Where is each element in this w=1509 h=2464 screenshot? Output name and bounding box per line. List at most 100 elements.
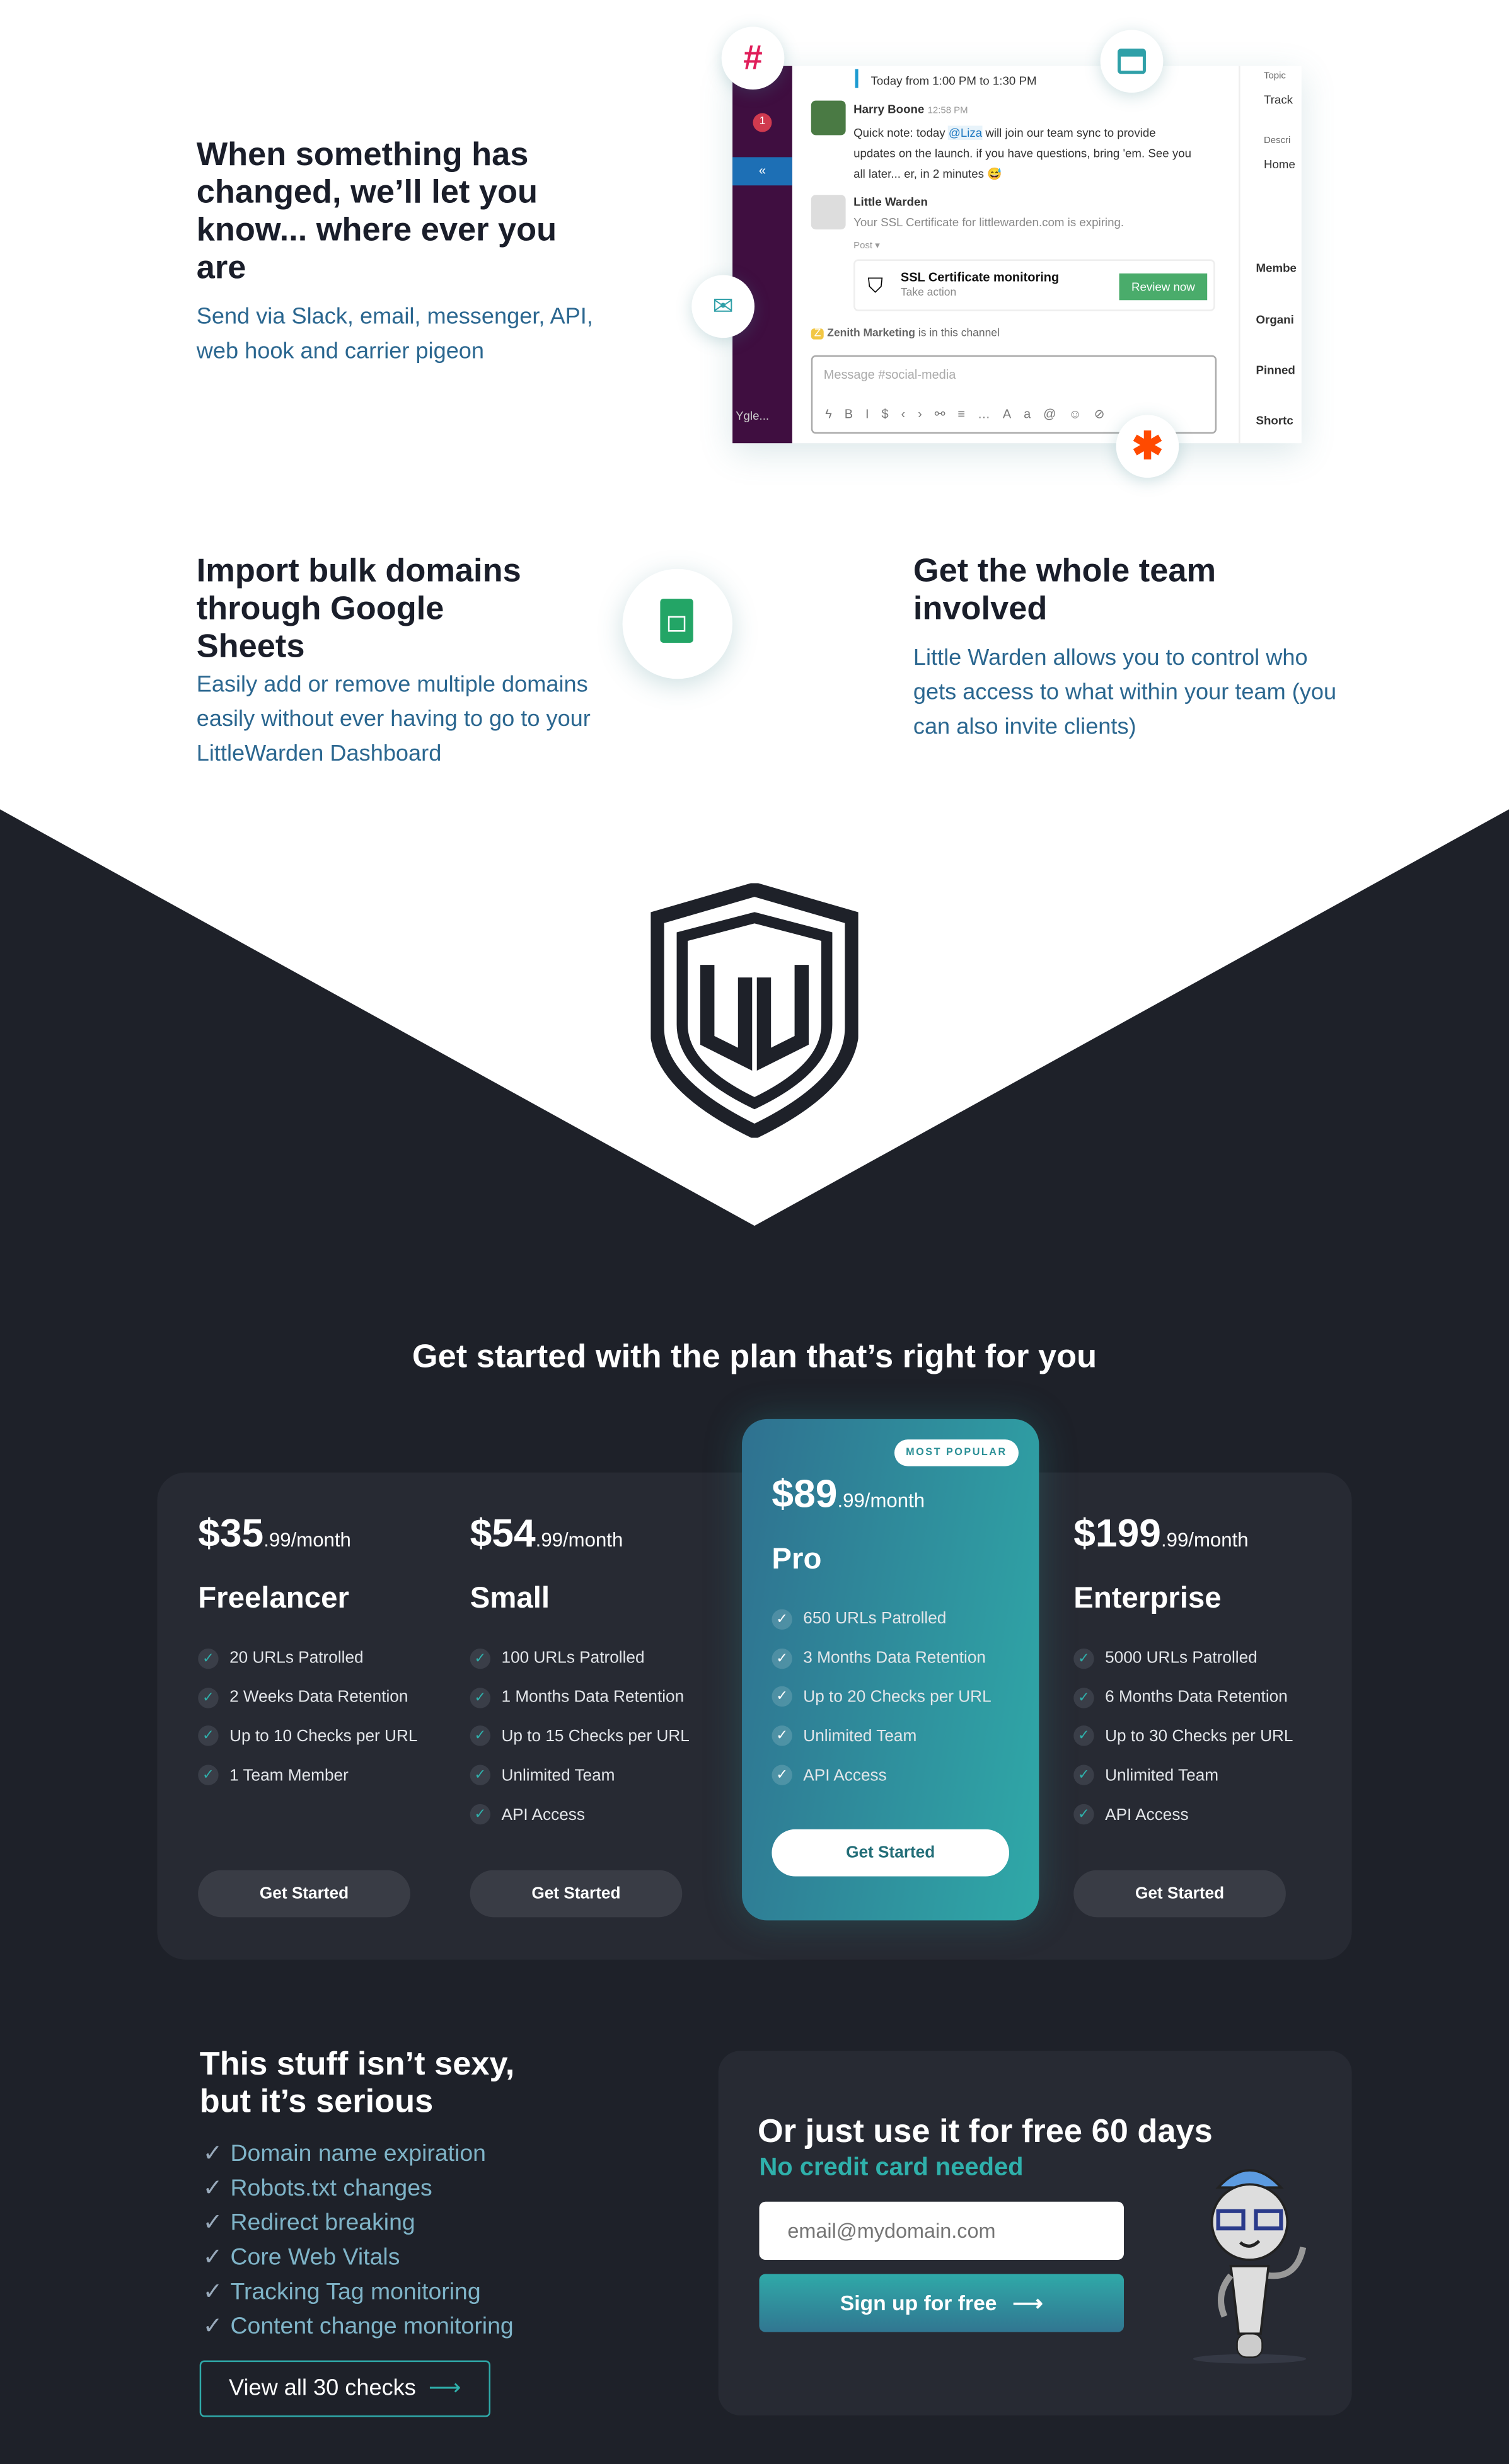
detail-shortcuts[interactable]: Shortc (1256, 410, 1304, 430)
channel-arrows-icon[interactable]: « (732, 157, 792, 186)
mention-link[interactable]: @Liza (948, 126, 983, 140)
detail-organizations[interactable]: Organi (1256, 309, 1304, 330)
check-icon: ✓ (470, 1648, 491, 1669)
plan-feature: ✓ Unlimited Team (470, 1756, 690, 1795)
plan-feature: ✓ Up to 15 Checks per URL (470, 1717, 690, 1756)
view-all-checks-button[interactable]: View all 30 checks ⟶ (199, 2360, 491, 2417)
check-icon: ✓ (470, 1726, 491, 1747)
check-item: ✓ Content change monitoring (202, 2312, 514, 2340)
plan-feature: ✓ Up to 20 Checks per URL (772, 1678, 992, 1717)
check-icon: ✓ (772, 1609, 792, 1630)
msg2-text: Your SSL Certificate for littlewarden.co… (853, 215, 1125, 230)
plan-feature: ✓ 1 Team Member (198, 1756, 417, 1795)
plan-feature: ✓ 6 Months Data Retention (1073, 1678, 1293, 1717)
sign-up-button[interactable]: Sign up for free ⟶ (759, 2274, 1125, 2332)
freelancer-get-started-button[interactable]: Get Started (198, 1870, 410, 1918)
browser-window-icon (1100, 30, 1164, 93)
plan-name: Pro (772, 1543, 822, 1577)
check-icon: ✓ (470, 1765, 491, 1786)
sheets-subtitle: Easily add or remove multiple domains ea… (196, 672, 591, 767)
unread-badge: 1 (753, 113, 772, 132)
check-icon: ✓ (202, 2244, 223, 2271)
plan-name: Freelancer (198, 1582, 349, 1616)
check-icon: ✓ (202, 2209, 223, 2237)
plan-feature: ✓ Unlimited Team (1073, 1756, 1293, 1795)
sheets-title: Import bulk domains through Google Sheet… (196, 553, 521, 665)
plan-feature: ✓ 650 URLs Patrolled (772, 1600, 991, 1639)
detail-description: Descri (1263, 136, 1291, 146)
slack-sidebar: 1 « Ygle... (732, 66, 792, 444)
check-icon: ✓ (198, 1726, 219, 1747)
detail-members[interactable]: Membe (1256, 258, 1304, 278)
plan-pro-card: MOST POPULAR $89.99/month Pro ✓ 650 URLs … (742, 1419, 1039, 1921)
plan-name: Enterprise (1073, 1582, 1222, 1616)
check-item: ✓ Domain name expiration (202, 2139, 486, 2167)
review-now-button[interactable]: Review now (1119, 273, 1208, 301)
msg-time: 12:58 PM (927, 107, 968, 117)
check-icon: ✓ (1073, 1804, 1094, 1825)
check-item: ✓ Robots.txt changes (202, 2174, 432, 2202)
check-icon: ✓ (202, 2140, 223, 2167)
slack-logo-icon: # (721, 26, 785, 90)
plan-feature: ✓ Up to 10 Checks per URL (198, 1717, 417, 1756)
plan-feature: ✓ API Access (470, 1795, 690, 1834)
attachment-title: SSL Certificate monitoring (900, 270, 1060, 285)
checks-title-line2: but it’s serious (199, 2083, 434, 2121)
plan-price-suffix: .99/month (837, 1490, 925, 1512)
plan-price: $89 (772, 1472, 838, 1517)
msg2-author: Little Warden (853, 195, 928, 209)
checks-title-line1: This stuff isn’t sexy, (199, 2046, 515, 2083)
check-icon: ✓ (1073, 1726, 1094, 1747)
arrow-right-icon: ⟶ (1012, 2290, 1043, 2315)
pro-get-started-button[interactable]: Get Started (772, 1829, 1009, 1877)
event-time: Today from 1:00 PM to 1:30 PM (870, 74, 1037, 88)
plan-price-suffix: .99/month (263, 1529, 351, 1552)
check-icon: ✓ (198, 1765, 219, 1786)
most-popular-badge: MOST POPULAR (894, 1439, 1019, 1466)
plan-enterprise: $199.99/month Enterprise ✓ 5000 URLs Patr… (1073, 1512, 1293, 1834)
channel-member: Zenith Marketing (827, 328, 915, 340)
team-title: Get the whole team involved (913, 553, 1217, 628)
team-subtitle: Little Warden allows you to control who … (913, 645, 1337, 740)
google-sheets-icon (622, 568, 733, 679)
check-icon: ✓ (202, 2175, 223, 2202)
plan-price-suffix: .99/month (535, 1529, 623, 1552)
channel-note: is in this channel (915, 328, 1000, 340)
composer-input[interactable]: Message #social-media (824, 368, 956, 382)
checks-title: This stuff isn’t sexy, but it’s serious (200, 2046, 515, 2122)
plan-feature: ✓ API Access (1073, 1795, 1293, 1834)
msg-author: Harry Boone (853, 102, 925, 117)
plan-feature: ✓ 100 URLs Patrolled (470, 1639, 690, 1678)
post-label: Post ▾ (853, 242, 880, 251)
plan-feature: ✓ Up to 30 Checks per URL (1073, 1717, 1293, 1756)
plan-feature: ✓ 20 URLs Patrolled (198, 1639, 417, 1678)
detail-topic-value: Track (1263, 93, 1293, 107)
email-input[interactable] (759, 2201, 1125, 2260)
detail-pinned[interactable]: Pinned (1256, 360, 1304, 380)
check-icon: ✓ (772, 1765, 792, 1786)
plan-feature: ✓ 3 Months Data Retention (772, 1638, 991, 1678)
check-item: ✓ Core Web Vitals (202, 2243, 400, 2271)
signup-title: Or just use it for free 60 days (757, 2114, 1213, 2150)
plan-feature: ✓ 5000 URLs Patrolled (1073, 1639, 1293, 1678)
little-warden-logo (650, 883, 859, 1138)
formatting-toolbar[interactable]: ϟBI$‹›⚯≡…Aa@☺⊘ (825, 407, 1117, 421)
pricing-heading: Get started with the plan that’s right f… (412, 1339, 1097, 1376)
arrow-right-icon: ⟶ (428, 2376, 461, 2402)
zapier-icon: ✱ (1116, 415, 1179, 478)
plan-price: $54 (470, 1511, 536, 1556)
shield-icon: ⛉ (867, 273, 883, 297)
ssl-attachment: ⛉ SSL Certificate monitoring Take action… (853, 259, 1215, 311)
harry-avatar (811, 100, 846, 135)
check-icon: ✓ (1073, 1765, 1094, 1786)
plan-price: $35 (198, 1511, 264, 1556)
small-get-started-button[interactable]: Get Started (470, 1870, 683, 1918)
check-icon: ✓ (470, 1804, 491, 1825)
notify-subtitle: Send via Slack, email, messenger, API, w… (196, 304, 593, 365)
enterprise-get-started-button[interactable]: Get Started (1073, 1870, 1286, 1918)
plan-feature: ✓ 1 Months Data Retention (470, 1678, 690, 1717)
check-icon: ✓ (202, 2278, 223, 2306)
check-icon: ✓ (198, 1648, 219, 1669)
check-icon: ✓ (772, 1725, 792, 1747)
check-item: ✓ Tracking Tag monitoring (202, 2277, 481, 2306)
